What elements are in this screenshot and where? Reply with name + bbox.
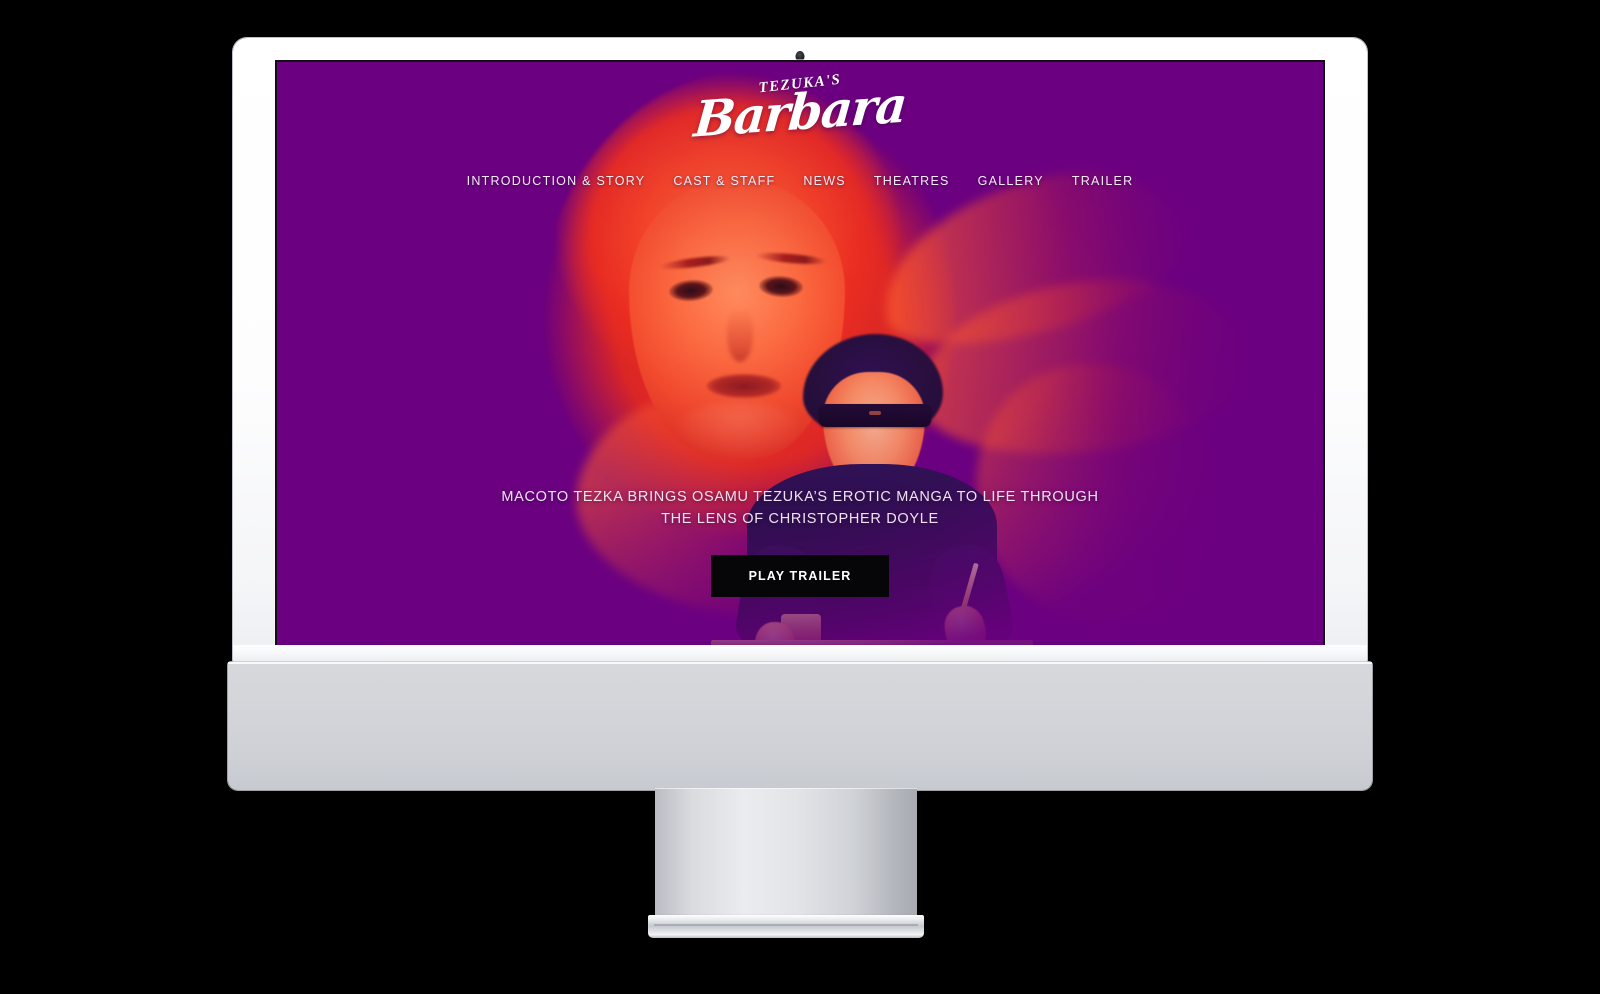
main-navigation: INTRODUCTION & STORY CAST & STAFF NEWS T… <box>467 174 1134 188</box>
hero-tagline: MACOTO TEZKA BRINGS OSAMU TEZUKA’S EROTI… <box>501 489 1099 528</box>
site-logo[interactable]: TEZUKA'S Barbara <box>680 70 920 154</box>
hero-copy-block: MACOTO TEZKA BRINGS OSAMU TEZUKA’S EROTI… <box>490 486 1110 597</box>
nav-news[interactable]: NEWS <box>803 174 846 188</box>
stand-foot <box>648 915 924 938</box>
display-bezel: TEZUKA'S Barbara INTRODUCTION & STORY CA… <box>233 38 1367 663</box>
webcam-icon <box>795 51 805 62</box>
nav-cast-staff[interactable]: CAST & STAFF <box>673 174 775 188</box>
monitor-scene: TEZUKA'S Barbara INTRODUCTION & STORY CA… <box>0 0 1600 994</box>
computer-body <box>228 662 1372 790</box>
nav-introduction-story[interactable]: INTRODUCTION & STORY <box>467 174 646 188</box>
display-chin <box>233 645 1367 663</box>
nav-trailer[interactable]: TRAILER <box>1072 174 1134 188</box>
website-chrome: TEZUKA'S Barbara INTRODUCTION & STORY CA… <box>277 62 1323 645</box>
screen: TEZUKA'S Barbara INTRODUCTION & STORY CA… <box>277 62 1323 645</box>
nav-gallery[interactable]: GALLERY <box>978 174 1044 188</box>
website-viewport: TEZUKA'S Barbara INTRODUCTION & STORY CA… <box>277 62 1323 645</box>
logo-wordmark: Barbara <box>691 75 909 149</box>
play-trailer-button[interactable]: PLAY TRAILER <box>710 554 890 597</box>
stand-neck <box>655 788 917 917</box>
nav-theatres[interactable]: THEATRES <box>874 174 950 188</box>
